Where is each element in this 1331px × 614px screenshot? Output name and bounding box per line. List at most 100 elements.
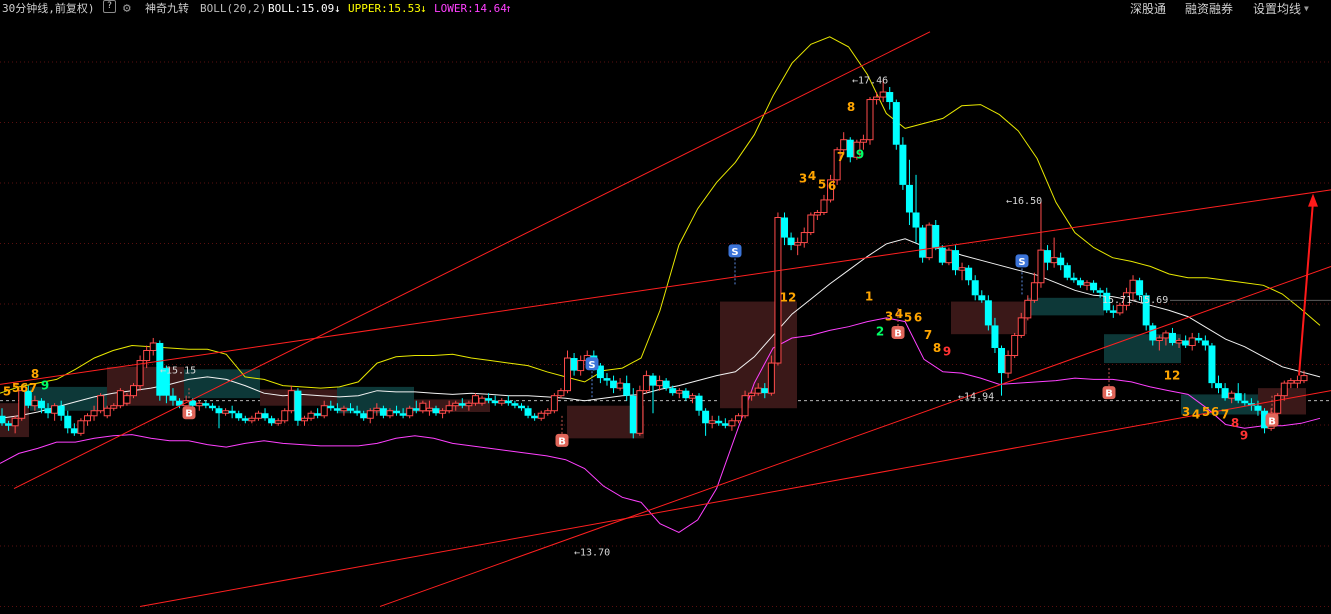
candle [537, 410, 545, 421]
candle [248, 415, 256, 424]
sequence-label: 9 [943, 345, 951, 359]
sgt-button[interactable]: 深股通 [1130, 0, 1166, 18]
margin-trading-button[interactable]: 融资融券 [1185, 0, 1233, 18]
candle-body [636, 390, 644, 434]
signal-text: S [588, 360, 595, 371]
candle-body [846, 139, 854, 158]
candle-body [83, 415, 91, 422]
candle-body [353, 410, 361, 414]
indicator-name[interactable]: 神奇九转 [145, 0, 189, 18]
sequence-label: 3 [799, 171, 807, 185]
candle-body [189, 400, 197, 406]
candle-body [281, 410, 289, 422]
candle [721, 418, 729, 429]
candle [524, 405, 532, 419]
candle-body [143, 350, 151, 362]
candle-body [557, 390, 565, 397]
candle-body [1293, 380, 1301, 384]
candle-body [103, 407, 111, 417]
candle [564, 350, 572, 394]
candle-body [715, 420, 723, 424]
sequence-label: 7 [924, 328, 932, 342]
candle-body [471, 395, 479, 404]
candle [1234, 383, 1242, 404]
candle [83, 413, 91, 426]
candle-body [123, 395, 131, 404]
candle-body [261, 413, 269, 419]
candle [616, 378, 624, 391]
sequence-label: 9 [41, 378, 49, 392]
candle-body [445, 405, 453, 412]
candle [254, 410, 262, 421]
candle-body [419, 402, 427, 412]
candle-body [37, 400, 45, 409]
candle-body [268, 418, 276, 424]
ma-settings-button[interactable]: 设置均线 [1253, 0, 1301, 18]
candle [195, 400, 203, 411]
candle-body [721, 423, 729, 426]
candle-body [333, 408, 341, 411]
chevron-down-icon[interactable]: ▼ [1304, 0, 1309, 18]
gear-icon[interactable]: ⚙ [123, 0, 131, 18]
candle-body [925, 224, 933, 259]
candle-body [70, 428, 78, 434]
sequence-label: 2 [876, 324, 884, 338]
candle-body [77, 420, 85, 434]
candle [629, 388, 637, 439]
candle-body [1254, 405, 1262, 411]
candle-body [1221, 388, 1229, 399]
candle-body [5, 423, 13, 426]
candle-body [294, 390, 302, 421]
candle [136, 355, 144, 391]
candle [1208, 342, 1216, 389]
signal-text: B [558, 436, 566, 447]
sequence-label: 5 [904, 311, 912, 325]
candle-body [406, 407, 414, 417]
candle [919, 225, 927, 263]
sequence-label: 7 [837, 150, 845, 164]
candle-body [485, 398, 493, 401]
candle-body [1057, 257, 1065, 266]
candle [294, 388, 302, 426]
candle [241, 415, 249, 424]
candle [886, 87, 894, 110]
price-annotation: ←13.70 [574, 547, 610, 558]
candle [97, 393, 105, 414]
candle [958, 262, 966, 281]
candle [813, 209, 821, 221]
sequence-label: 9 [1240, 429, 1248, 443]
candle-body [899, 144, 907, 185]
price-annotation: 15.71-15.69 [1102, 295, 1168, 306]
candle-body [393, 410, 401, 414]
sequence-label: 12 [1164, 368, 1181, 382]
sequence-label: 6 [914, 311, 922, 325]
sequence-label: 5 [1202, 405, 1210, 419]
sell-signal: S [728, 244, 742, 287]
candle [1188, 332, 1196, 351]
candle [1274, 393, 1282, 416]
trendline [13, 31, 931, 489]
candle-body [1300, 375, 1308, 382]
candle [1182, 335, 1190, 348]
candlestick-chart[interactable]: 5 5 6 789123 45 6789123 4 5 678 9123 4 5 6 789 BSBSBS… [0, 18, 1331, 614]
candle-body [116, 390, 124, 407]
candle-body [971, 280, 979, 296]
candle [149, 337, 157, 356]
boll-value: BOLL:15.09 [268, 2, 335, 15]
candle-body [656, 380, 664, 387]
candle [998, 345, 1006, 396]
candle [1215, 375, 1223, 394]
candle [77, 418, 85, 436]
candle-body [748, 392, 756, 397]
candle [807, 212, 815, 236]
candle-body [300, 417, 308, 422]
candle-body [728, 420, 736, 427]
sequence-label: 3 [1182, 405, 1190, 419]
candle-body [1280, 382, 1288, 397]
candle-body [662, 380, 670, 389]
candle [695, 393, 703, 416]
candle-body [51, 405, 59, 414]
sequence-label: 4 [808, 169, 816, 183]
candle [222, 408, 230, 416]
candle-body [241, 418, 249, 421]
